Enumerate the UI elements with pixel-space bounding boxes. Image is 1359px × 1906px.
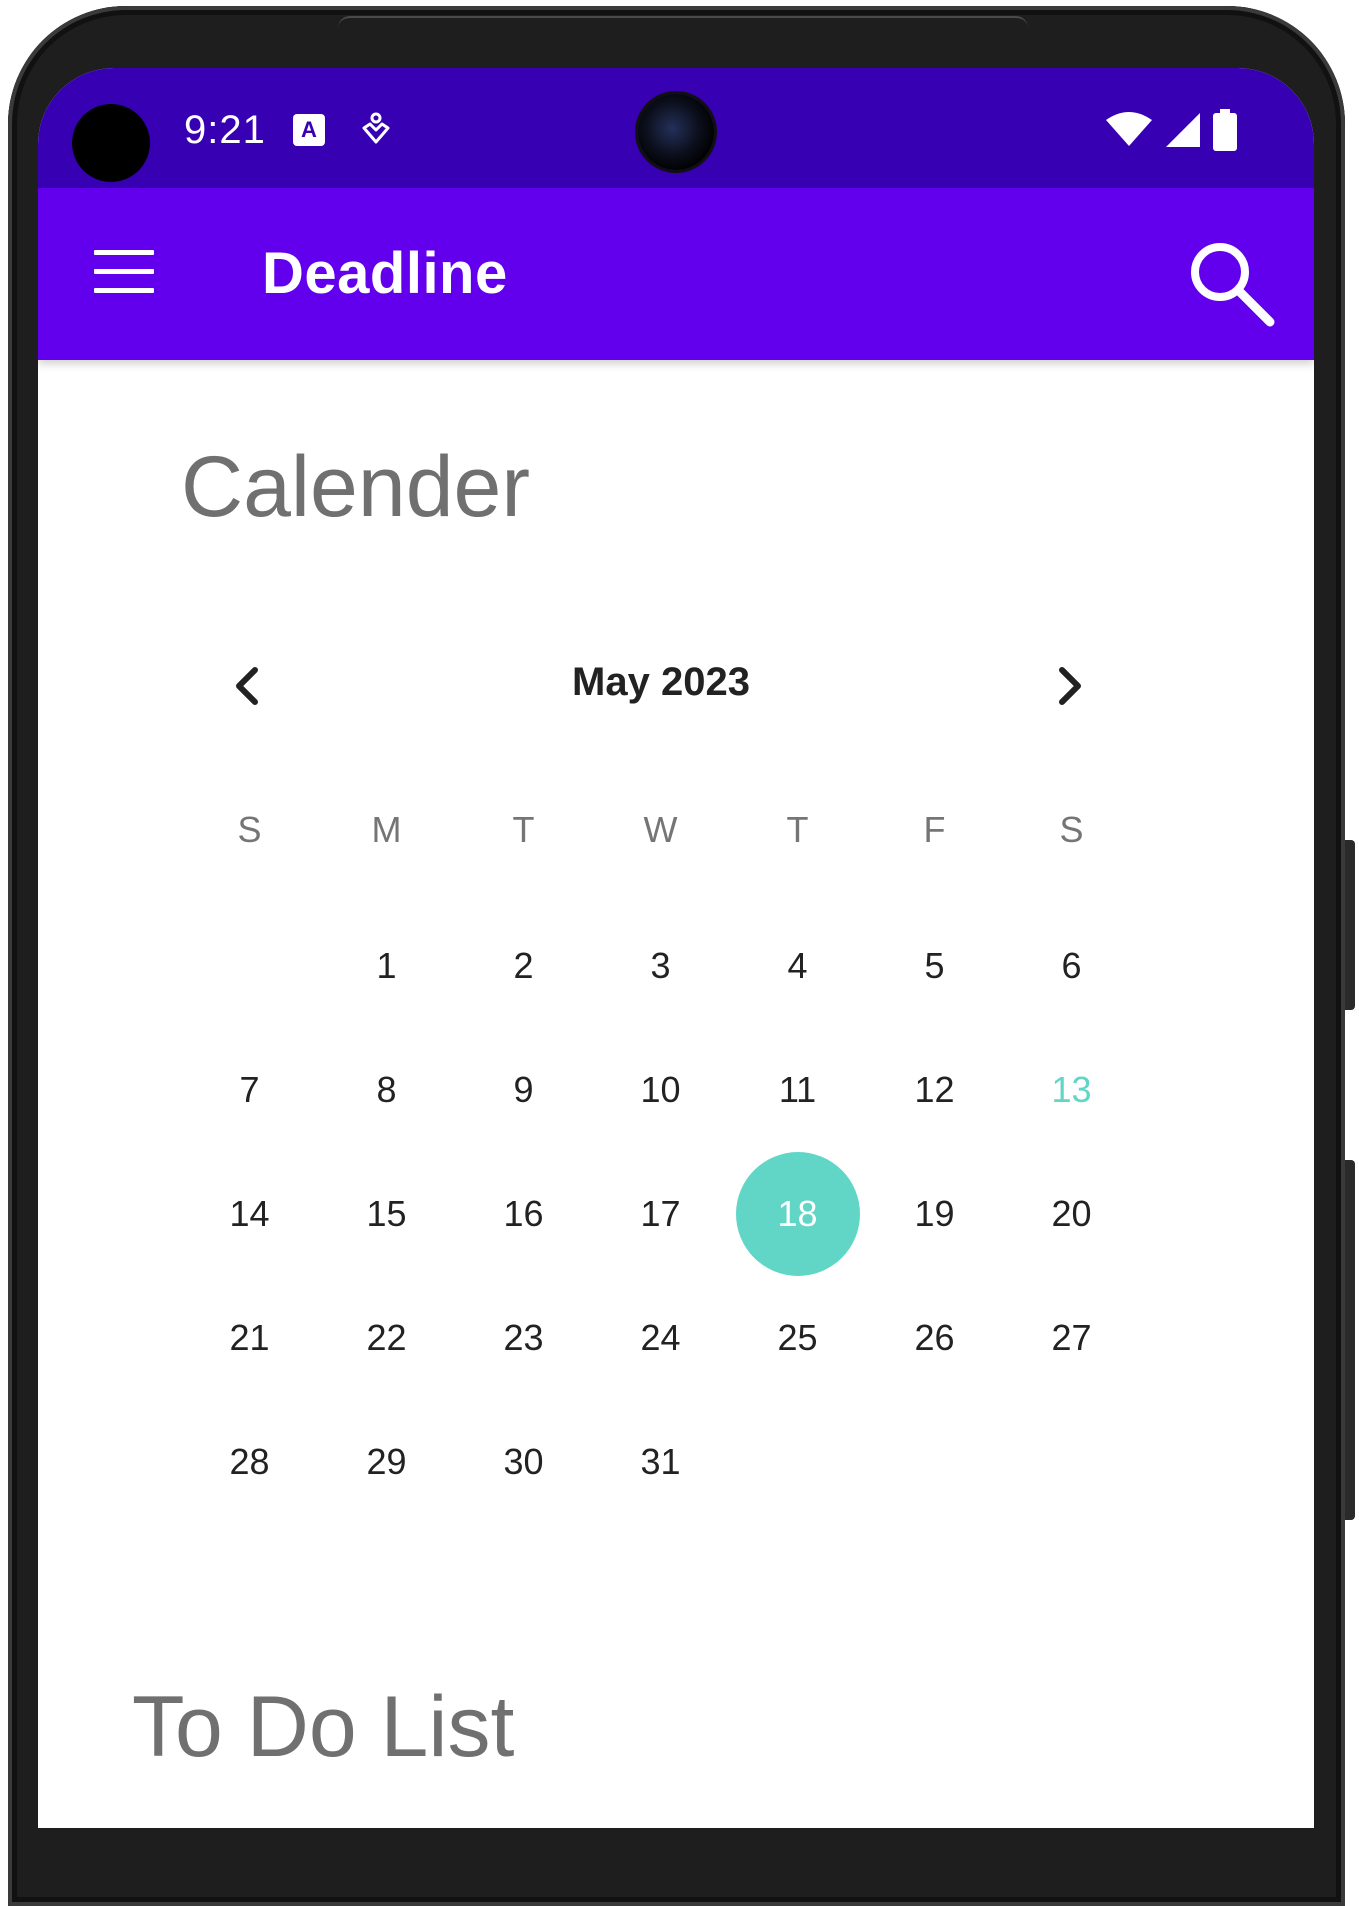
weekday-label: M — [371, 809, 402, 850]
calendar-day-number: 18 — [777, 1193, 818, 1234]
calendar-day-number: 7 — [239, 1069, 260, 1110]
calendar-day-number: 3 — [650, 945, 671, 986]
calendar-day-number: 15 — [366, 1193, 407, 1234]
next-month-chevron-icon[interactable] — [1038, 656, 1098, 716]
calendar-day-number: 9 — [513, 1069, 534, 1110]
calendar-day-today[interactable]: 13 — [1003, 1028, 1140, 1152]
weekday-label: S — [1059, 809, 1084, 850]
calendar-day[interactable]: 20 — [1003, 1152, 1140, 1276]
calendar-day[interactable]: 31 — [592, 1400, 729, 1524]
calendar-day-number: 20 — [1051, 1193, 1092, 1234]
calendar-day[interactable]: 23 — [455, 1276, 592, 1400]
battery-icon — [1213, 109, 1237, 151]
calendar-day-selected[interactable]: 18 — [729, 1152, 866, 1276]
front-camera — [638, 94, 714, 170]
calendar-day-number: 14 — [229, 1193, 270, 1234]
calendar-day-number: 1 — [376, 945, 397, 986]
calendar-day[interactable]: 21 — [181, 1276, 318, 1400]
calendar-day-number: 5 — [924, 945, 945, 986]
calendar-day[interactable]: 19 — [866, 1152, 1003, 1276]
calendar-section-title: Calender — [181, 439, 530, 535]
calendar-day-number: 13 — [1051, 1069, 1092, 1110]
hamburger-menu-icon[interactable] — [94, 250, 154, 294]
calendar-day[interactable]: 2 — [455, 904, 592, 1028]
calendar-day[interactable]: 29 — [318, 1400, 455, 1524]
calendar-day-number: 6 — [1061, 945, 1082, 986]
calendar-day-number: 30 — [503, 1441, 544, 1482]
calendar-day-number: 26 — [914, 1317, 955, 1358]
calendar-header: May 2023 — [181, 648, 1141, 738]
calendar-day[interactable]: 17 — [592, 1152, 729, 1276]
app-bar: Deadline — [38, 188, 1314, 360]
calendar-day-number: 22 — [366, 1317, 407, 1358]
calendar-day-number: 21 — [229, 1317, 270, 1358]
calendar-day-number: 29 — [366, 1441, 407, 1482]
calendar-day-number: 24 — [640, 1317, 681, 1358]
calendar-day-number: 23 — [503, 1317, 544, 1358]
weekday-label: T — [512, 809, 535, 850]
calendar-day-number: 19 — [914, 1193, 955, 1234]
calendar-day-number: 12 — [914, 1069, 955, 1110]
calendar-day-number: 10 — [640, 1069, 681, 1110]
calendar-day[interactable]: 26 — [866, 1276, 1003, 1400]
calendar-day[interactable]: 28 — [181, 1400, 318, 1524]
calendar-day-grid: 1 2 3 4 5 6 7 8 9 10 11 12 13 14 15 16 17 18 19 20 21 22 23 24 2… — [181, 904, 1141, 1524]
calendar-month-label: May 2023 — [572, 660, 750, 704]
calendar-day-number: 27 — [1051, 1317, 1092, 1358]
calendar-day[interactable]: 22 — [318, 1276, 455, 1400]
calendar-day[interactable]: 5 — [866, 904, 1003, 1028]
app-title: Deadline — [262, 241, 508, 306]
calendar-weekday-row: SMTWTFS — [181, 790, 1141, 870]
calendar-day[interactable]: 1 — [318, 904, 455, 1028]
accessibility-hand-icon — [362, 112, 390, 144]
calendar-day[interactable]: 25 — [729, 1276, 866, 1400]
calendar-day-number: 2 — [513, 945, 534, 986]
calendar-day[interactable]: 16 — [455, 1152, 592, 1276]
calendar-day[interactable]: 30 — [455, 1400, 592, 1524]
calendar-day[interactable]: 24 — [592, 1276, 729, 1400]
calendar-day[interactable]: 6 — [1003, 904, 1140, 1028]
calendar-day-number: 8 — [376, 1069, 397, 1110]
calendar-day-number: 28 — [229, 1441, 270, 1482]
weekday-label: S — [237, 809, 262, 850]
calendar-day-number: 4 — [787, 945, 808, 986]
weekday-label: F — [923, 809, 946, 850]
calendar-day[interactable]: 8 — [318, 1028, 455, 1152]
volume-button — [1345, 840, 1355, 1010]
calendar-day[interactable]: 3 — [592, 904, 729, 1028]
power-button — [1345, 1160, 1355, 1520]
weekday-label: W — [643, 809, 678, 850]
calendar-day[interactable]: 14 — [181, 1152, 318, 1276]
calendar-day-number: 11 — [778, 1069, 817, 1110]
phone-screen: 9:21 A Deadline Calender May 2023 S M T … — [38, 68, 1314, 1828]
calendar-day[interactable]: 27 — [1003, 1276, 1140, 1400]
notification-a-icon: A — [293, 114, 325, 146]
bezel-highlight — [338, 16, 1028, 46]
status-icons — [1104, 108, 1238, 152]
calendar-day[interactable]: 10 — [592, 1028, 729, 1152]
status-bar: 9:21 A — [38, 68, 1314, 188]
calendar-day[interactable]: 9 — [455, 1028, 592, 1152]
search-icon[interactable] — [1186, 238, 1276, 328]
calendar-day[interactable]: 12 — [866, 1028, 1003, 1152]
weekday-label: T — [786, 809, 809, 850]
wifi-icon — [1106, 112, 1152, 146]
status-time: 9:21 — [184, 108, 266, 152]
screen-record-dot-icon — [72, 104, 150, 182]
calendar-day-number: 25 — [777, 1317, 818, 1358]
calendar-day[interactable]: 4 — [729, 904, 866, 1028]
calendar-day-number: 31 — [640, 1441, 681, 1482]
cell-signal-icon — [1166, 113, 1200, 147]
calendar-widget: May 2023 SMTWTFS 1 2 3 4 5 6 7 8 9 10 11 12 13 14 15 16… — [181, 648, 1141, 1524]
calendar-day[interactable]: 11 — [729, 1028, 866, 1152]
todo-section-title: To Do List — [132, 1679, 515, 1775]
calendar-day-number: 16 — [503, 1193, 544, 1234]
calendar-empty-cell — [181, 904, 318, 1028]
calendar-day[interactable]: 7 — [181, 1028, 318, 1152]
calendar-day-number: 17 — [640, 1193, 681, 1234]
calendar-day[interactable]: 15 — [318, 1152, 455, 1276]
